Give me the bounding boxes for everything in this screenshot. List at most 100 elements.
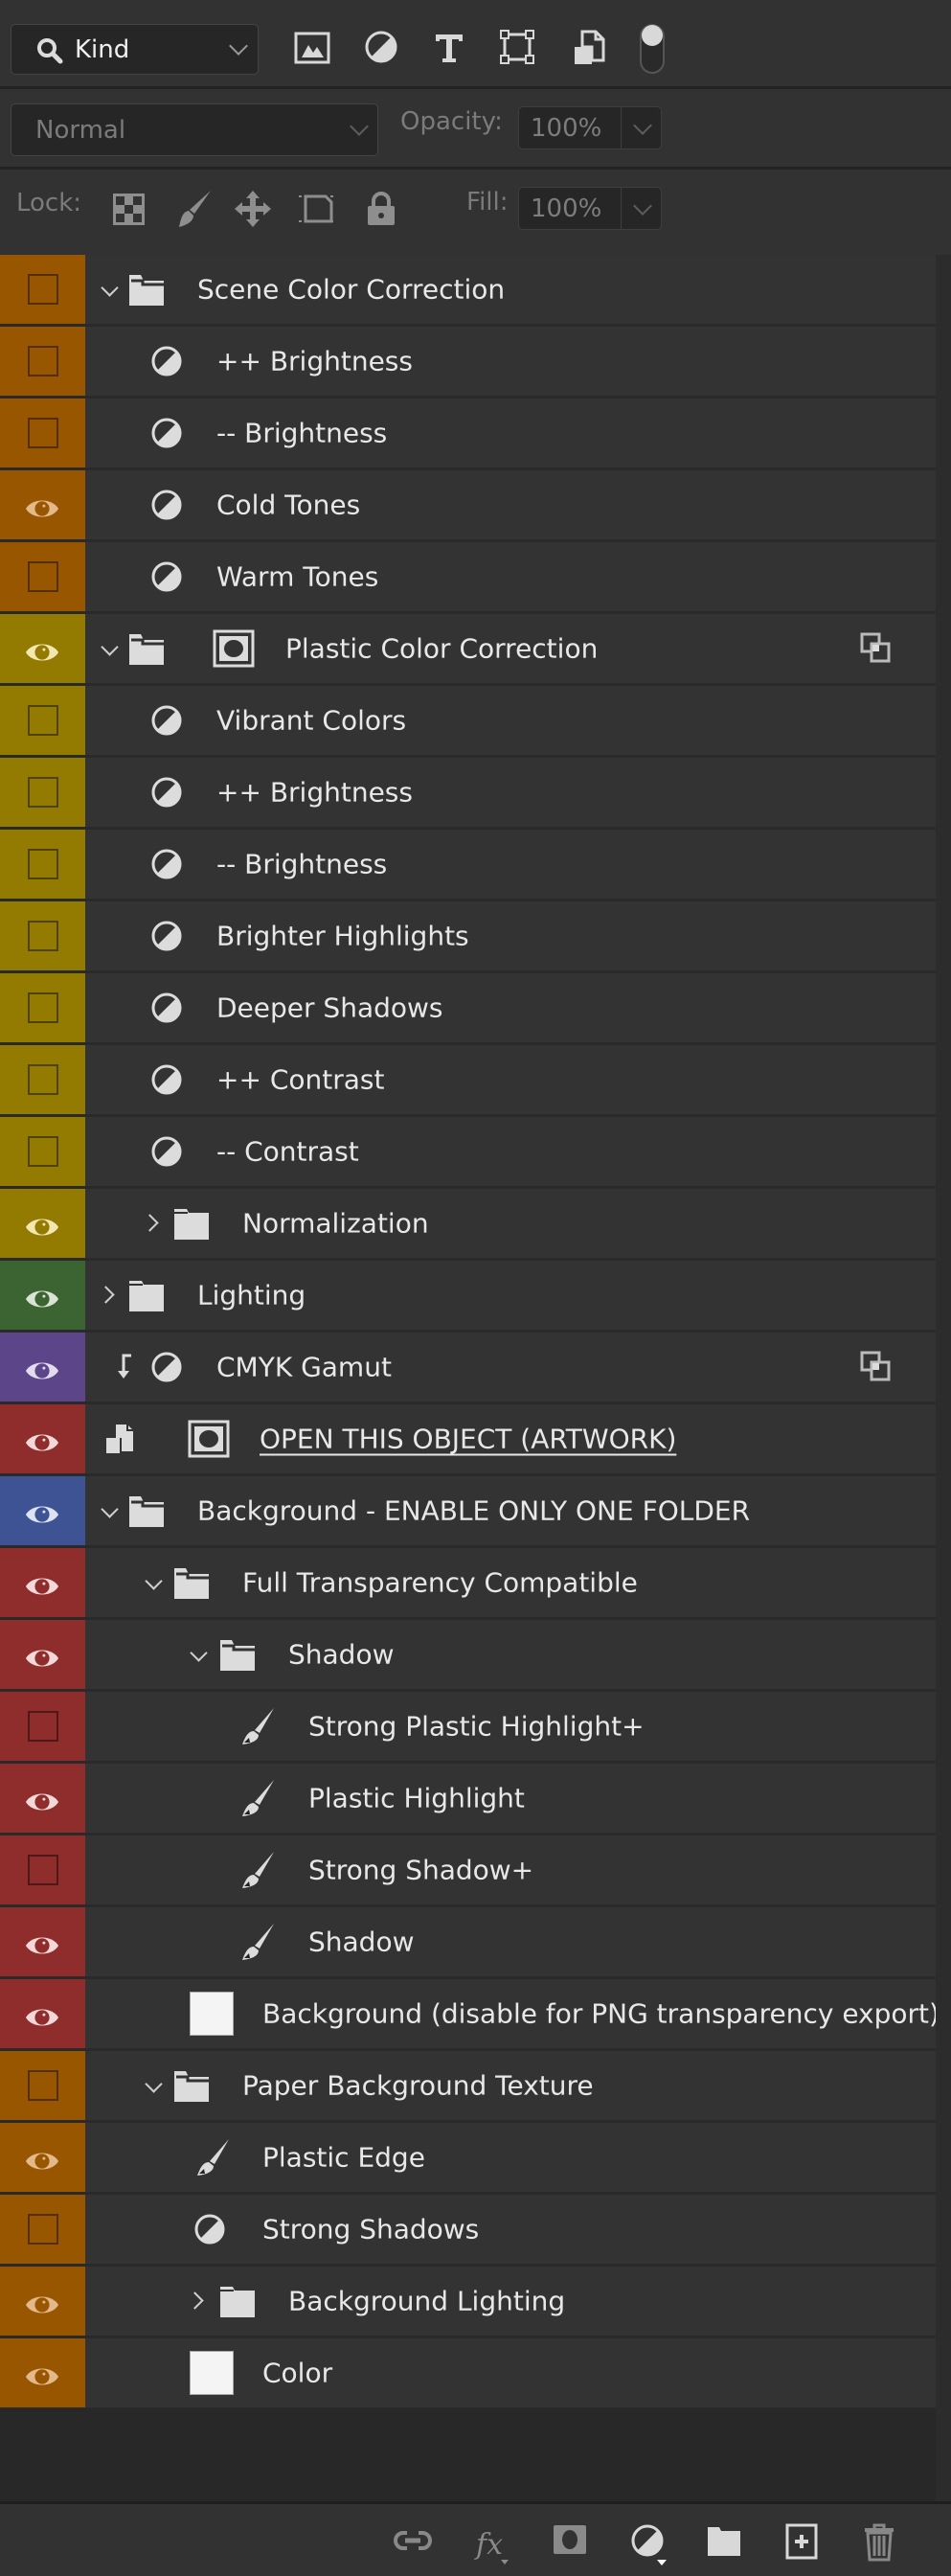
layer-row[interactable]: Background Lighting bbox=[0, 2267, 936, 2338]
layer-name[interactable]: Lighting bbox=[197, 1280, 306, 1311]
layer-name[interactable]: Color bbox=[262, 2358, 332, 2389]
lock-artboard-icon[interactable] bbox=[297, 190, 339, 228]
layer-row[interactable]: Shadow bbox=[0, 1620, 936, 1692]
visibility-toggle[interactable] bbox=[0, 2338, 85, 2407]
visibility-toggle[interactable] bbox=[0, 2195, 85, 2264]
chevron-down-icon[interactable] bbox=[101, 1500, 119, 1518]
visibility-toggle[interactable] bbox=[0, 399, 85, 467]
layer-name[interactable]: OPEN THIS OBJECT (ARTWORK) bbox=[260, 1424, 676, 1455]
layer-row[interactable]: Normalization bbox=[0, 1189, 936, 1261]
visibility-toggle[interactable] bbox=[0, 470, 85, 539]
visibility-toggle[interactable] bbox=[0, 1333, 85, 1402]
mask-icon[interactable] bbox=[552, 2523, 588, 2556]
layer-name[interactable]: Normalization bbox=[242, 1208, 429, 1240]
layer-name[interactable]: Deeper Shadows bbox=[216, 992, 443, 1024]
layer-name[interactable]: CMYK Gamut bbox=[216, 1352, 392, 1383]
chevron-right-icon[interactable] bbox=[97, 1286, 115, 1304]
layer-name[interactable]: -- Brightness bbox=[216, 418, 387, 449]
layer-name[interactable]: Full Transparency Compatible bbox=[242, 1567, 638, 1599]
visibility-toggle[interactable] bbox=[0, 686, 85, 755]
layer-name[interactable]: Background - ENABLE ONLY ONE FOLDER bbox=[197, 1495, 750, 1527]
visibility-toggle[interactable] bbox=[0, 327, 85, 396]
smart-object-icon[interactable] bbox=[573, 30, 605, 66]
layer-name[interactable]: Brighter Highlights bbox=[216, 921, 469, 952]
visibility-toggle[interactable] bbox=[0, 542, 85, 611]
folder-icon[interactable] bbox=[706, 2523, 742, 2558]
layer-row[interactable]: Strong Shadows bbox=[0, 2195, 936, 2267]
layer-row[interactable]: Paper Background Texture bbox=[0, 2051, 936, 2123]
layer-name[interactable]: Warm Tones bbox=[216, 561, 378, 593]
chevron-down-icon[interactable] bbox=[101, 638, 119, 656]
visibility-toggle[interactable] bbox=[0, 758, 85, 827]
visibility-toggle[interactable] bbox=[0, 1189, 85, 1258]
layer-row[interactable]: Background (disable for PNG transparency… bbox=[0, 1979, 940, 2051]
layer-name[interactable]: -- Brightness bbox=[216, 849, 387, 880]
link-icon[interactable] bbox=[394, 2523, 432, 2558]
layer-row[interactable]: -- Brightness bbox=[0, 399, 936, 470]
visibility-toggle[interactable] bbox=[0, 1764, 85, 1833]
fx-icon[interactable]: fx bbox=[474, 2523, 512, 2565]
visibility-toggle[interactable] bbox=[0, 830, 85, 899]
visibility-toggle[interactable] bbox=[0, 1117, 85, 1186]
layer-name[interactable]: Shadow bbox=[308, 1926, 414, 1958]
layer-row[interactable]: Strong Shadow+ bbox=[0, 1835, 936, 1907]
lock-image-pixels-icon[interactable] bbox=[175, 189, 214, 229]
visibility-toggle[interactable] bbox=[0, 1476, 85, 1545]
chevron-down-icon[interactable] bbox=[101, 279, 119, 297]
visibility-toggle[interactable] bbox=[0, 1907, 85, 1976]
scrollbar[interactable] bbox=[936, 255, 951, 2501]
visibility-toggle[interactable] bbox=[0, 1979, 85, 2048]
layer-name[interactable]: Plastic Edge bbox=[262, 2142, 425, 2174]
layer-row[interactable]: Full Transparency Compatible bbox=[0, 1548, 936, 1620]
layer-name[interactable]: Shadow bbox=[288, 1639, 394, 1671]
layer-row[interactable]: Warm Tones bbox=[0, 542, 936, 614]
chevron-down-icon[interactable] bbox=[633, 196, 652, 216]
chevron-right-icon[interactable] bbox=[186, 2291, 204, 2310]
layer-name[interactable]: Background (disable for PNG transparency… bbox=[262, 1998, 940, 2030]
visibility-toggle[interactable] bbox=[0, 2123, 85, 2192]
visibility-toggle[interactable] bbox=[0, 1620, 85, 1689]
visibility-toggle[interactable] bbox=[0, 1261, 85, 1330]
layer-row[interactable]: ++ Brightness bbox=[0, 327, 936, 399]
layer-name[interactable]: Cold Tones bbox=[216, 490, 360, 521]
layer-name[interactable]: Strong Plastic Highlight+ bbox=[308, 1711, 645, 1743]
layer-row[interactable]: OPEN THIS OBJECT (ARTWORK) bbox=[0, 1404, 936, 1476]
chevron-right-icon[interactable] bbox=[141, 1214, 159, 1232]
layer-row[interactable]: CMYK Gamut bbox=[0, 1333, 936, 1404]
layer-row[interactable]: Plastic Color Correction bbox=[0, 614, 936, 686]
layer-name[interactable]: -- Contrast bbox=[216, 1136, 359, 1168]
chevron-down-icon[interactable] bbox=[190, 1644, 208, 1662]
layer-name[interactable]: Vibrant Colors bbox=[216, 705, 406, 737]
layer-row[interactable]: -- Brightness bbox=[0, 830, 936, 901]
layer-name[interactable]: ++ Brightness bbox=[216, 777, 413, 809]
layer-row[interactable]: ++ Brightness bbox=[0, 758, 936, 830]
lock-transparent-pixels-icon[interactable] bbox=[113, 194, 145, 225]
visibility-toggle[interactable] bbox=[0, 1692, 85, 1761]
adjustment-icon[interactable] bbox=[364, 30, 398, 64]
layer-name[interactable]: Scene Color Correction bbox=[197, 274, 505, 306]
visibility-toggle[interactable] bbox=[0, 614, 85, 683]
blend-mode-dropdown[interactable]: Normal bbox=[11, 103, 378, 156]
chevron-down-icon[interactable] bbox=[145, 1572, 163, 1590]
layer-row[interactable]: Scene Color Correction bbox=[0, 255, 936, 327]
layer-row[interactable]: Lighting bbox=[0, 1261, 936, 1333]
shape-icon[interactable] bbox=[500, 30, 534, 64]
visibility-toggle[interactable] bbox=[0, 255, 85, 324]
lock-all-icon[interactable] bbox=[366, 192, 396, 226]
layer-name[interactable]: Plastic Color Correction bbox=[285, 633, 598, 665]
visibility-toggle[interactable] bbox=[0, 1835, 85, 1904]
layer-name[interactable]: ++ Contrast bbox=[216, 1064, 384, 1096]
new-layer-icon[interactable] bbox=[785, 2523, 818, 2560]
filter-kind-dropdown[interactable]: Kind bbox=[11, 24, 259, 75]
filter-toggle[interactable] bbox=[640, 24, 665, 74]
type-icon[interactable] bbox=[433, 32, 465, 64]
chevron-down-icon[interactable] bbox=[633, 116, 652, 135]
layer-row[interactable]: Strong Plastic Highlight+ bbox=[0, 1692, 936, 1764]
layer-row[interactable]: ++ Contrast bbox=[0, 1045, 936, 1117]
layer-row[interactable]: Vibrant Colors bbox=[0, 686, 936, 758]
layer-row[interactable]: Cold Tones bbox=[0, 470, 936, 542]
layer-name[interactable]: Background Lighting bbox=[288, 2286, 565, 2317]
layer-name[interactable]: Strong Shadows bbox=[262, 2214, 479, 2245]
layer-row[interactable]: Shadow bbox=[0, 1907, 936, 1979]
layer-row[interactable]: -- Contrast bbox=[0, 1117, 936, 1189]
